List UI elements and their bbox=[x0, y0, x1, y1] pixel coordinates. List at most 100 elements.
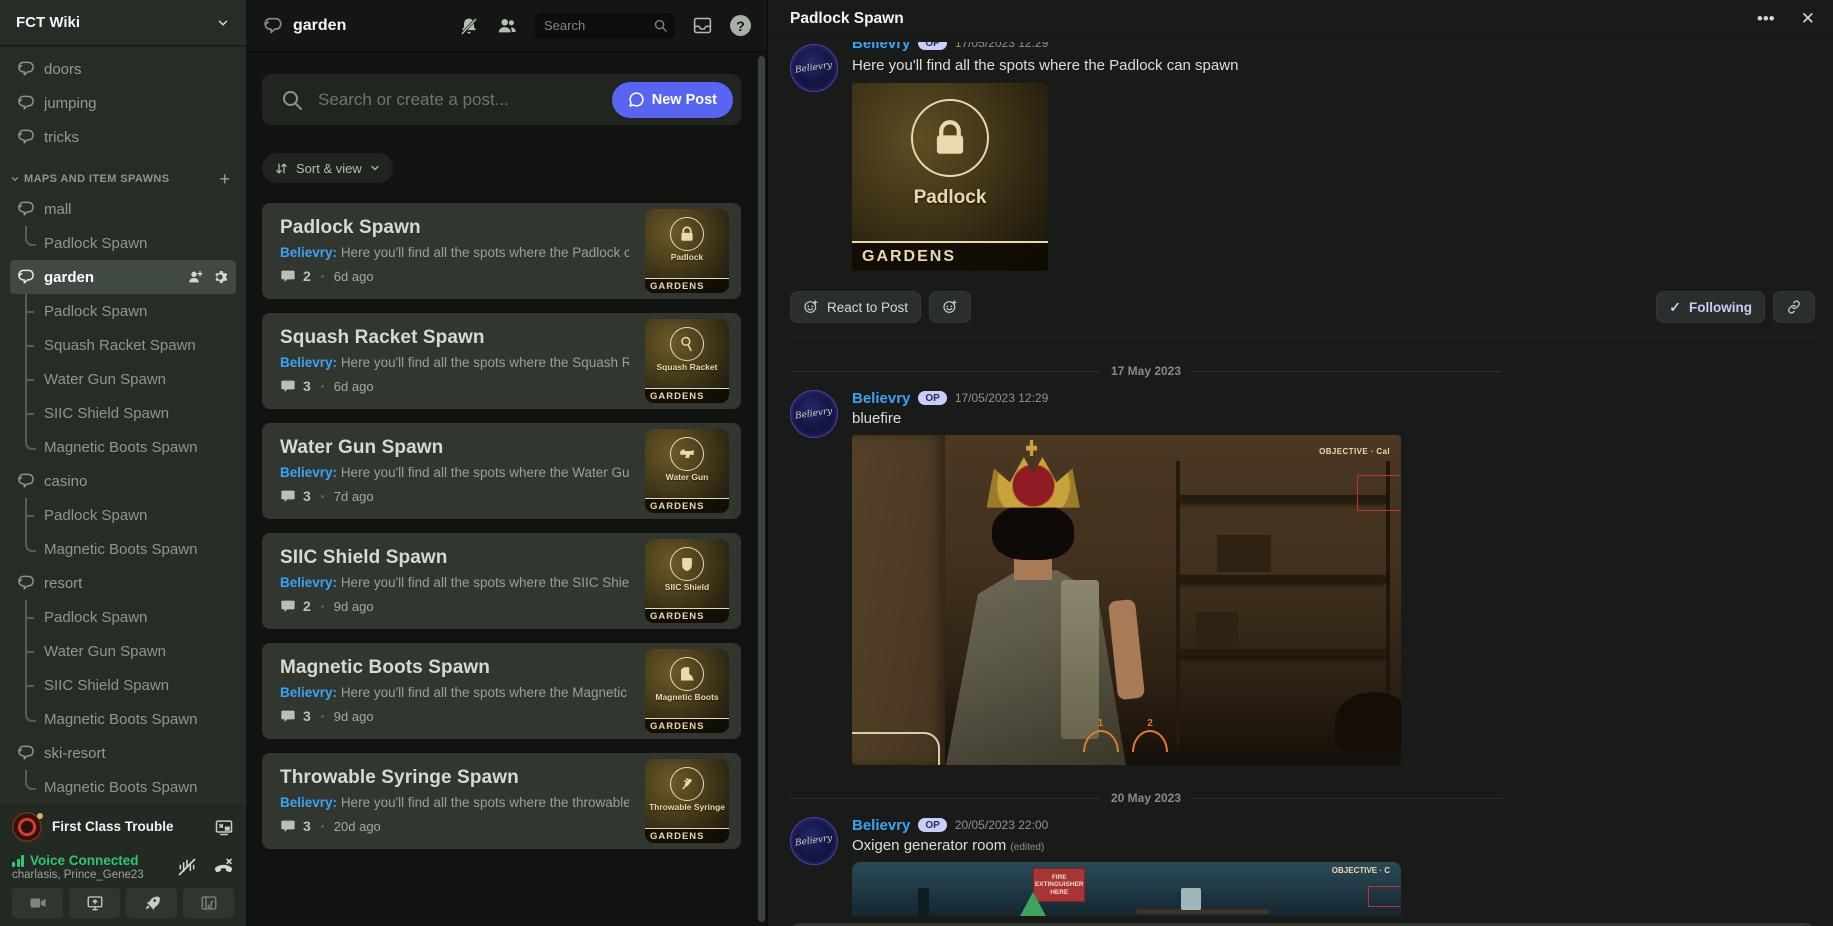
noise-suppression-icon[interactable] bbox=[177, 857, 197, 877]
voice-status-label[interactable]: Voice Connected bbox=[30, 853, 139, 868]
forum-channel-icon bbox=[18, 473, 34, 488]
sidebar-item[interactable]: resort bbox=[10, 566, 236, 600]
sidebar-item[interactable]: doors bbox=[10, 52, 236, 86]
sidebar-item[interactable]: SIIC Shield Spawn bbox=[10, 396, 236, 430]
avatar[interactable]: Believry bbox=[790, 44, 838, 92]
forum-channel-icon bbox=[18, 95, 34, 110]
padlock-gardens-image[interactable]: Padlock GARDENS bbox=[852, 83, 1048, 271]
help-icon[interactable]: ? bbox=[730, 15, 751, 36]
forum-post-card[interactable]: Padlock Spawn Believry: Here you'll find… bbox=[262, 203, 741, 299]
create-channel-icon[interactable]: + bbox=[219, 170, 230, 188]
forum-post-card[interactable]: Throwable Syringe Spawn Believry: Here y… bbox=[262, 753, 741, 849]
close-icon[interactable]: ✕ bbox=[1801, 10, 1815, 27]
sidebar-item[interactable]: garden bbox=[10, 260, 236, 294]
sidebar-item[interactable]: tricks bbox=[10, 120, 236, 154]
sidebar-item[interactable]: MAPS AND ITEM SPAWNS + bbox=[10, 166, 236, 192]
thumbnail-item-label: Water Gun bbox=[665, 472, 709, 482]
message-count-icon bbox=[281, 380, 295, 392]
activities-button[interactable] bbox=[126, 888, 177, 918]
message-count-icon bbox=[281, 710, 295, 722]
game-hud-pill bbox=[852, 732, 940, 765]
author-name[interactable]: Believry bbox=[852, 42, 910, 52]
sidebar-item[interactable]: Padlock Spawn bbox=[10, 294, 236, 328]
sidebar-item[interactable]: ski-resort bbox=[10, 736, 236, 770]
channel-settings-gear-icon[interactable] bbox=[212, 269, 228, 285]
sidebar-item[interactable]: mall bbox=[10, 192, 236, 226]
message-count: 2 bbox=[303, 598, 311, 614]
thumbnail-item-circle bbox=[670, 437, 704, 471]
forum-post-card[interactable]: Magnetic Boots Spawn Believry: Here you'… bbox=[262, 643, 741, 739]
author-name[interactable]: Believry bbox=[852, 817, 910, 834]
sidebar-item[interactable]: Magnetic Boots Spawn bbox=[10, 532, 236, 566]
channel-list: doors jumping tricks MAPS AND ITEM SPAWN… bbox=[0, 46, 246, 806]
sidebar-item[interactable]: jumping bbox=[10, 86, 236, 120]
sidebar-item-label: doors bbox=[44, 60, 82, 78]
sidebar-item[interactable]: Padlock Spawn bbox=[10, 498, 236, 532]
copy-link-button[interactable] bbox=[1773, 291, 1815, 323]
sidebar-item[interactable]: casino bbox=[10, 464, 236, 498]
map-label: GARDENS bbox=[852, 241, 1048, 271]
voice-channel-label[interactable]: charlasis, Prince_Gene23 bbox=[12, 869, 177, 881]
invite-people-icon[interactable] bbox=[188, 269, 204, 285]
thread-title: Padlock Spawn bbox=[790, 9, 904, 27]
post-age: 7d ago bbox=[333, 488, 374, 504]
sidebar-item-label: Magnetic Boots Spawn bbox=[44, 710, 198, 728]
sidebar-item[interactable]: Magnetic Boots Spawn bbox=[10, 770, 236, 804]
sidebar-item[interactable]: Magnetic Boots Spawn bbox=[10, 702, 236, 736]
server-header[interactable]: FCT Wiki bbox=[0, 0, 246, 46]
message-count-icon bbox=[281, 490, 295, 502]
message-count-icon bbox=[281, 820, 295, 832]
avatar[interactable]: Believry bbox=[790, 817, 838, 865]
post-age: 9d ago bbox=[333, 708, 374, 724]
new-post-button[interactable]: New Post bbox=[611, 81, 733, 118]
more-options-icon[interactable]: ••• bbox=[1757, 10, 1775, 27]
game-screenshot-bluefire[interactable]: OBJECTIVE · Cal 1 2 bbox=[852, 435, 1401, 765]
sidebar-item[interactable]: Water Gun Spawn bbox=[10, 362, 236, 396]
thumbnail-item-circle bbox=[670, 217, 704, 251]
search-icon bbox=[654, 19, 667, 32]
sidebar-item[interactable]: Padlock Spawn bbox=[10, 226, 236, 260]
message-count: 3 bbox=[303, 488, 311, 504]
sidebar-item[interactable]: Padlock Spawn bbox=[10, 600, 236, 634]
sidebar-item[interactable]: Water Gun Spawn bbox=[10, 634, 236, 668]
camera-button[interactable] bbox=[12, 888, 63, 918]
add-reaction-button[interactable] bbox=[929, 291, 972, 323]
inbox-icon[interactable] bbox=[692, 15, 713, 36]
thumbnail-map-label: GARDENS bbox=[645, 388, 729, 403]
disconnect-call-icon[interactable] bbox=[213, 857, 234, 878]
sidebar-item[interactable]: Squash Racket Spawn bbox=[10, 328, 236, 362]
water-gun-icon bbox=[680, 449, 694, 459]
forum-post-card[interactable]: Water Gun Spawn Believry: Here you'll fi… bbox=[262, 423, 741, 519]
add-reaction-icon bbox=[804, 300, 818, 313]
sidebar-item-label: resort bbox=[44, 574, 83, 592]
green-triangle-marker bbox=[1019, 892, 1048, 916]
post-author: Believry bbox=[280, 575, 333, 590]
following-button[interactable]: ✓ Following bbox=[1656, 291, 1765, 323]
screenshare-button[interactable] bbox=[69, 888, 120, 918]
voice-status-panel: Voice Connected charlasis, Prince_Gene23 bbox=[0, 846, 246, 886]
sidebar-item[interactable]: SIIC Shield Spawn bbox=[10, 668, 236, 702]
post-search-bar[interactable]: New Post bbox=[262, 74, 741, 125]
sort-and-view-button[interactable]: Sort & view bbox=[262, 153, 393, 183]
message-count-icon bbox=[281, 600, 295, 612]
notifications-muted-icon[interactable] bbox=[459, 16, 479, 36]
objective-label: OBJECTIVE · C bbox=[1331, 866, 1391, 876]
timestamp: 20/05/2023 22:00 bbox=[954, 818, 1049, 832]
soundboard-button[interactable] bbox=[183, 888, 234, 918]
post-preview: Believry: Here you'll find all the spots… bbox=[280, 465, 629, 480]
forum-post-card[interactable]: Squash Racket Spawn Believry: Here you'l… bbox=[262, 313, 741, 409]
game-screenshot-oxigen-room[interactable]: FIRE EXTINGUISHER HERE OBJECTIVE · C bbox=[852, 862, 1401, 916]
react-to-post-button[interactable]: React to Post bbox=[790, 291, 922, 323]
forum-post-card[interactable]: SIIC Shield Spawn Believry: Here you'll … bbox=[262, 533, 741, 629]
members-icon[interactable] bbox=[496, 15, 518, 37]
avatar[interactable]: Believry bbox=[790, 390, 838, 438]
stream-pip-icon[interactable] bbox=[214, 817, 234, 837]
forum-scrollbar[interactable] bbox=[758, 56, 765, 922]
sidebar-item[interactable]: Magnetic Boots Spawn bbox=[10, 430, 236, 464]
author-name[interactable]: Believry bbox=[852, 390, 910, 407]
collapse-chevron-icon[interactable] bbox=[10, 174, 20, 184]
post-meta: 3 7d ago bbox=[280, 488, 629, 504]
post-search-input[interactable] bbox=[318, 89, 612, 110]
forum-header: garden ? bbox=[246, 0, 767, 52]
thread-header: Padlock Spawn ••• ✕ bbox=[768, 0, 1833, 38]
